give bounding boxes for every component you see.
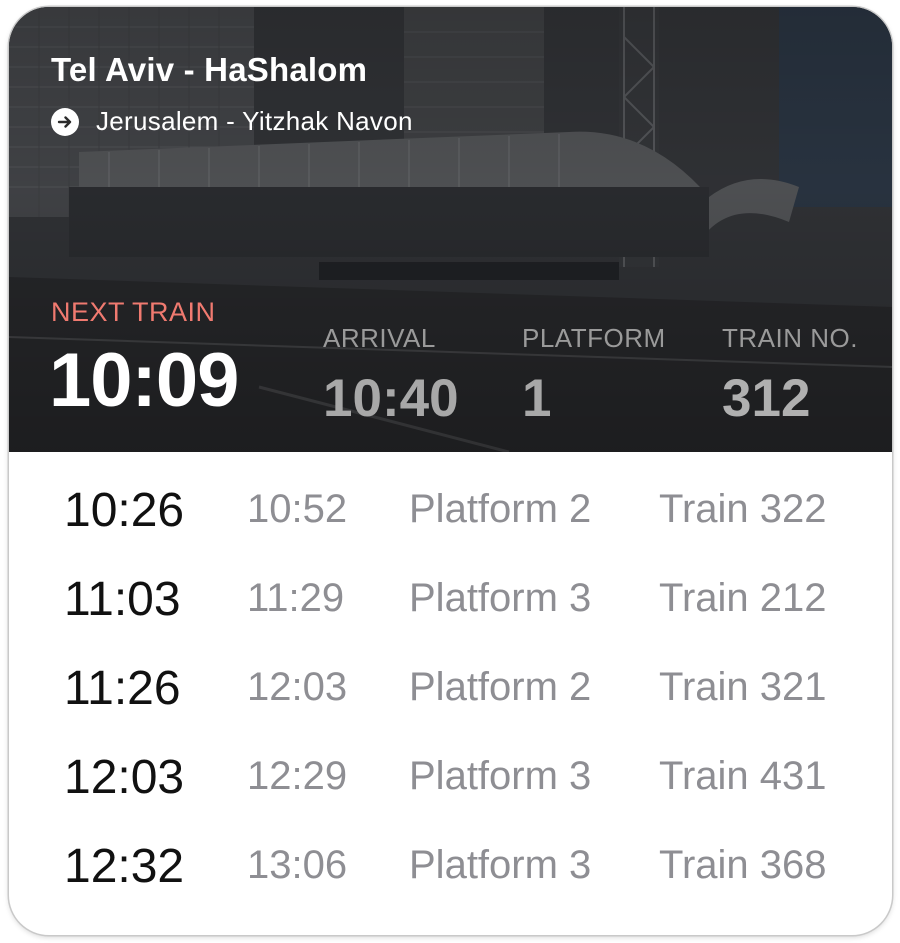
train-number-value: 312 bbox=[722, 369, 811, 428]
platform-value: 1 bbox=[522, 369, 552, 428]
platform: Platform 3 bbox=[409, 754, 592, 798]
arrival-value: 10:40 bbox=[323, 369, 459, 428]
platform: Platform 2 bbox=[409, 487, 592, 531]
departure-time: 12:03 bbox=[64, 751, 185, 804]
next-train-label: NEXT TRAIN bbox=[51, 297, 216, 327]
next-train-number: TRAIN NO. 312 bbox=[722, 323, 858, 429]
platform-label: PLATFORM bbox=[522, 323, 666, 353]
train-number: Train 431 bbox=[659, 754, 827, 798]
destination-name: Jerusalem - Yitzhak Navon bbox=[96, 106, 413, 136]
train-widget[interactable]: Tel Aviv - HaShalom Jerusalem - Yitzhak … bbox=[9, 7, 892, 935]
train-number: Train 322 bbox=[659, 487, 827, 531]
train-number: Train 212 bbox=[659, 576, 827, 620]
departure-time: 11:26 bbox=[64, 662, 181, 715]
arrow-right-circle-icon bbox=[51, 107, 79, 136]
arrival-time: 12:03 bbox=[247, 665, 348, 709]
arrival-time: 13:06 bbox=[247, 843, 348, 887]
platform: Platform 3 bbox=[409, 576, 592, 620]
departure-time: 12:32 bbox=[64, 840, 185, 893]
departure-row: 12:32 13:06 Platform 3 Train 368 bbox=[9, 840, 892, 903]
next-train-departure: 10:09 bbox=[49, 338, 239, 423]
departure-row: 11:26 12:03 Platform 2 Train 321 bbox=[9, 662, 892, 725]
arrival-time: 12:29 bbox=[247, 754, 348, 798]
next-train-arrival: ARRIVAL 10:40 bbox=[323, 323, 459, 429]
arrival-label: ARRIVAL bbox=[323, 323, 436, 353]
train-number-label: TRAIN NO. bbox=[722, 323, 858, 353]
departure-time: 10:26 bbox=[64, 484, 185, 537]
arrival-time: 11:29 bbox=[247, 576, 345, 620]
departure-row: 10:26 10:52 Platform 2 Train 322 bbox=[9, 484, 892, 547]
departure-time: 11:03 bbox=[64, 573, 181, 626]
station-header: Tel Aviv - HaShalom Jerusalem - Yitzhak … bbox=[9, 7, 892, 452]
platform: Platform 2 bbox=[409, 665, 592, 709]
destination-row: Jerusalem - Yitzhak Navon bbox=[51, 106, 413, 137]
arrival-time: 10:52 bbox=[247, 487, 348, 531]
train-number: Train 321 bbox=[659, 665, 827, 709]
platform: Platform 3 bbox=[409, 843, 592, 887]
station-name: Tel Aviv - HaShalom bbox=[51, 51, 368, 88]
next-train-platform: PLATFORM 1 bbox=[522, 323, 666, 429]
train-number: Train 368 bbox=[659, 843, 827, 887]
departure-row: 12:03 12:29 Platform 3 Train 431 bbox=[9, 751, 892, 814]
departure-row: 11:03 11:29 Platform 3 Train 212 bbox=[9, 573, 892, 636]
